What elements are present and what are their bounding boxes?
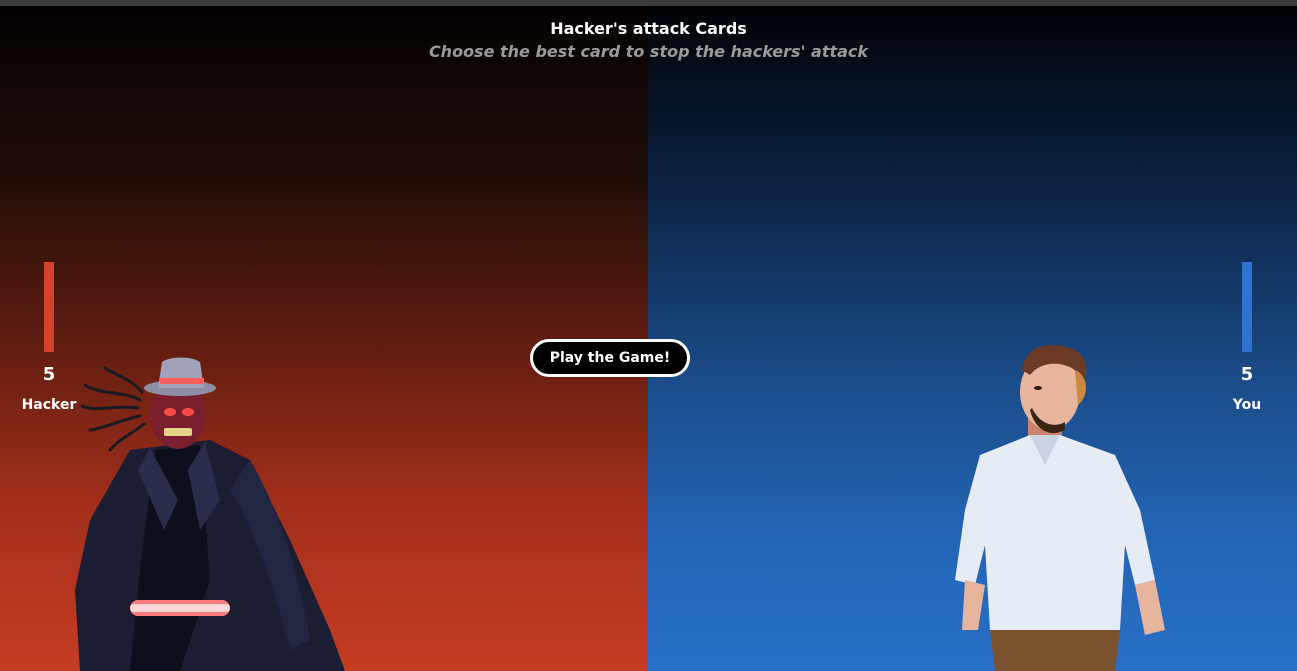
player-label: You	[1232, 397, 1262, 413]
player-score-bar	[1242, 262, 1252, 352]
hacker-score: 5	[42, 364, 56, 385]
window-top-bar	[0, 0, 1297, 6]
play-game-button[interactable]: Play the Game!	[530, 339, 690, 377]
hacker-score-bar	[44, 262, 54, 352]
page-subtitle: Choose the best card to stop the hackers…	[428, 42, 869, 61]
player-character-icon	[955, 345, 1165, 671]
hacker-character-icon	[75, 357, 345, 671]
player-score: 5	[1240, 364, 1254, 385]
page-title: Hacker's attack Cards	[550, 19, 747, 38]
hacker-label: Hacker	[21, 397, 77, 413]
